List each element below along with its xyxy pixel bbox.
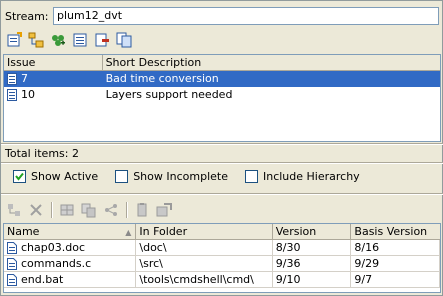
name-cell: chap03.doc	[4, 240, 137, 256]
table-row[interactable]: 7 Bad time conversion	[4, 71, 440, 87]
file-name: chap03.doc	[21, 240, 85, 254]
issue-icon	[7, 73, 17, 85]
grid-icon[interactable]	[58, 201, 76, 219]
issue-properties-icon[interactable]	[71, 31, 89, 49]
filter-options: Show Active Show Incomplete Include Hier…	[13, 170, 377, 183]
show-active-checkbox[interactable]: Show Active	[13, 170, 98, 183]
remove-issue-icon[interactable]	[93, 31, 111, 49]
delete-icon[interactable]	[27, 201, 45, 219]
files-toolbar	[5, 201, 173, 219]
checkbox-box[interactable]	[244, 170, 258, 183]
file-name: end.bat	[21, 272, 64, 286]
add-issue-icon[interactable]	[49, 31, 67, 49]
table-row[interactable]: 10 Layers support needed	[4, 87, 440, 103]
issues-table: Issue Short Description 7 Bad time conve…	[3, 54, 441, 142]
copy-icon[interactable]	[80, 201, 98, 219]
file-icon	[7, 257, 17, 270]
share-icon[interactable]	[102, 201, 120, 219]
table-row[interactable]: end.bat \tools\cmdshell\cmd\ 9/10 9/7	[4, 272, 440, 288]
issues-table-header: Issue Short Description	[4, 55, 440, 71]
folder-column-header[interactable]: In Folder	[136, 224, 273, 240]
export-icon[interactable]	[155, 201, 173, 219]
issue-number: 7	[21, 72, 28, 85]
version-cell: 8/30	[272, 240, 352, 256]
version-column-header[interactable]: Version	[273, 224, 352, 240]
name-cell: commands.c	[4, 256, 137, 272]
total-items: Total items: 2	[5, 147, 79, 160]
basis-version-cell: 8/16	[351, 240, 440, 256]
folder-cell: \tools\cmdshell\cmd\	[136, 272, 273, 288]
new-issue-icon[interactable]	[5, 31, 23, 49]
checkbox-box[interactable]	[13, 170, 26, 183]
file-icon	[7, 241, 17, 254]
move-icon[interactable]	[5, 201, 23, 219]
show-incomplete-checkbox[interactable]: Show Incomplete	[115, 170, 228, 183]
toolbar-separator	[126, 202, 127, 218]
sort-ascending-icon: ▲	[125, 228, 132, 237]
checkbox-box[interactable]	[115, 170, 129, 183]
issue-cell: 10	[4, 87, 103, 103]
stream-row: Stream:	[5, 7, 49, 25]
stream-label: Stream:	[5, 9, 49, 23]
issue-tree-icon[interactable]	[27, 31, 45, 49]
version-cell: 9/10	[272, 272, 352, 288]
issue-number: 10	[21, 88, 35, 101]
files-table-header: Name ▲ In Folder Version Basis Version	[4, 224, 440, 240]
include-hierarchy-checkbox[interactable]: Include Hierarchy	[244, 170, 360, 183]
copy-issue-icon[interactable]	[115, 31, 133, 49]
issues-panel: Stream: plum12_dvt Issue Short Descripti…	[0, 0, 443, 296]
toolbar-separator	[51, 202, 52, 218]
issue-column-header[interactable]: Issue	[4, 55, 103, 71]
divider	[1, 162, 443, 164]
folder-cell: \doc\	[136, 240, 273, 256]
description-column-header[interactable]: Short Description	[103, 55, 440, 71]
name-cell: end.bat	[4, 272, 137, 288]
folder-cell: \src\	[136, 256, 273, 272]
issue-cell: 7	[4, 71, 103, 87]
table-row[interactable]: chap03.doc \doc\ 8/30 8/16	[4, 240, 440, 256]
name-column-header[interactable]: Name ▲	[4, 224, 137, 240]
file-icon	[7, 273, 17, 286]
checkmark-icon	[15, 172, 24, 181]
description-cell: Layers support needed	[105, 88, 233, 101]
files-table: Name ▲ In Folder Version Basis Version c…	[3, 223, 441, 293]
table-row[interactable]: commands.c \src\ 9/36 9/29	[4, 256, 440, 272]
name-column-label: Name	[7, 225, 40, 238]
issues-toolbar	[5, 31, 133, 49]
stream-field[interactable]: plum12_dvt	[53, 7, 439, 25]
basis-version-cell: 9/7	[351, 272, 440, 288]
issue-icon	[7, 89, 17, 101]
show-active-label: Show Active	[31, 170, 99, 183]
divider	[1, 143, 443, 145]
include-hierarchy-label: Include Hierarchy	[262, 170, 360, 183]
version-cell: 9/36	[272, 256, 352, 272]
divider	[1, 193, 443, 195]
basis-version-column-header[interactable]: Basis Version	[351, 224, 440, 240]
basis-version-cell: 9/29	[351, 256, 440, 272]
document-icon[interactable]	[133, 201, 151, 219]
description-cell: Bad time conversion	[105, 72, 219, 85]
file-name: commands.c	[21, 256, 92, 270]
show-incomplete-label: Show Incomplete	[133, 170, 228, 183]
